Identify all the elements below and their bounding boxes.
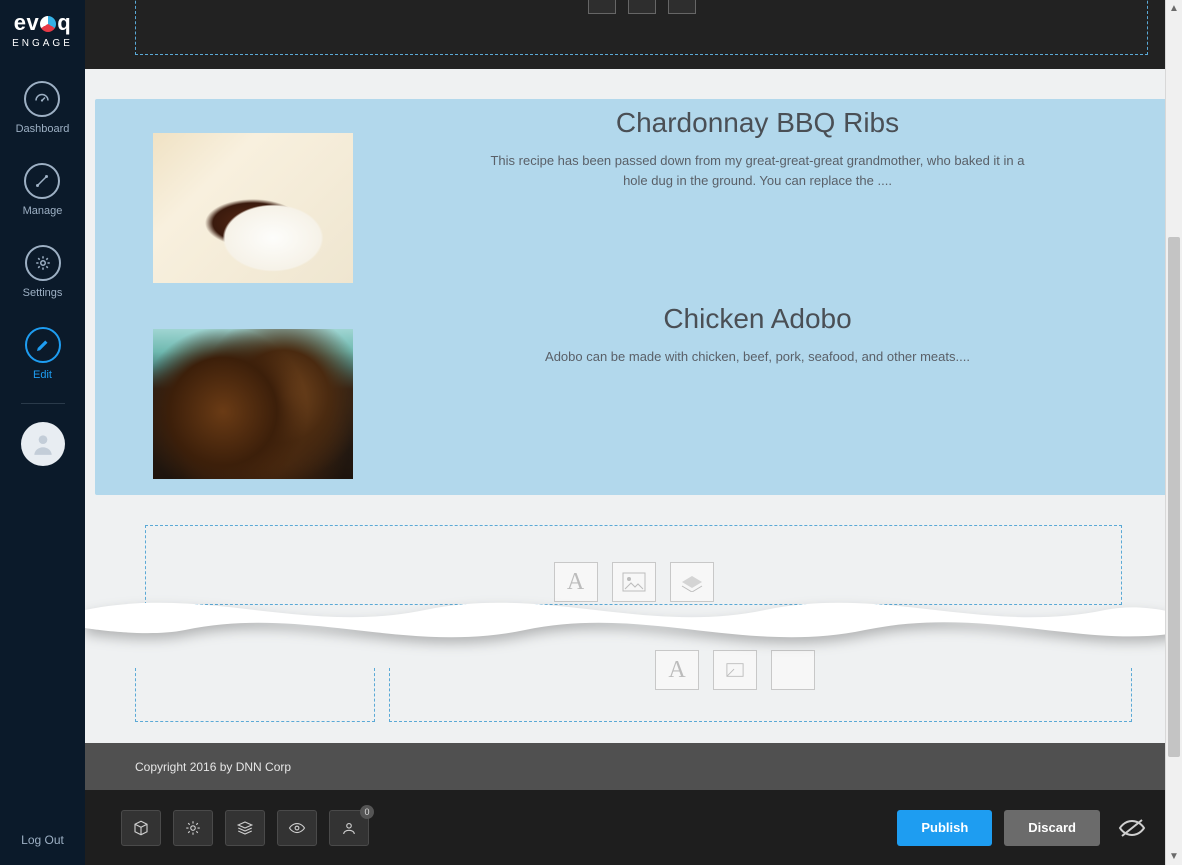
nav-label: Dashboard [16,123,70,135]
nav-label: Settings [23,287,63,299]
sidebar-divider [21,403,65,404]
text-module-icon[interactable]: A [655,650,699,690]
module-icon[interactable] [670,562,714,602]
edit-action-bar: 0 Publish Discard [85,790,1182,865]
users-button[interactable]: 0 [329,810,369,846]
top-dropzone-border [135,0,1148,55]
nav-dashboard[interactable]: Dashboard [16,81,70,135]
nav-label: Edit [33,369,52,381]
gear-icon [25,245,61,281]
copyright-text: Copyright 2016 by DNN Corp [135,760,291,774]
recipe-title: Chardonnay BBQ Ribs [373,107,1142,139]
cube-button[interactable] [121,810,161,846]
recipe-list-module[interactable]: Chardonnay BBQ Ribs This recipe has been… [95,99,1172,495]
recipe-title: Chicken Adobo [373,303,1142,335]
module-icon[interactable] [713,650,757,690]
main-area: Chardonnay BBQ Ribs This recipe has been… [85,0,1182,865]
gauge-icon [24,81,60,117]
visibility-toggle-icon[interactable] [1118,818,1146,838]
bottom-left-dropzone[interactable] [135,668,375,722]
dropzone-placeholder-chip[interactable] [588,0,616,14]
users-badge: 0 [360,805,374,819]
footer-copyright-strip: Copyright 2016 by DNN Corp [85,743,1182,790]
text-module-icon[interactable]: A [554,562,598,602]
nav-label: Manage [23,205,63,217]
scroll-thumb[interactable] [1168,237,1180,757]
brand-subtitle: ENGAGE [12,38,73,49]
brand-logo: ev q ENGAGE [12,10,73,49]
tools-icon [24,163,60,199]
recipe-image [153,329,353,479]
top-dropzone[interactable] [85,0,1182,69]
recipe-item: Chardonnay BBQ Ribs This recipe has been… [95,99,1172,283]
bottom-fragment: A [85,640,1182,743]
logout-link[interactable]: Log Out [21,833,64,847]
lower-dropzone[interactable]: A [145,525,1122,605]
brand-suffix: q [57,10,71,36]
nav-manage[interactable]: Manage [23,163,63,217]
sidebar: ev q ENGAGE Dashboard Manage [0,0,85,865]
recipe-image [153,133,353,283]
scroll-track[interactable] [1166,17,1182,848]
layers-button[interactable] [225,810,265,846]
vertical-scrollbar[interactable]: ▲ ▼ [1165,0,1182,865]
scroll-down-arrow[interactable]: ▼ [1166,848,1182,865]
image-module-icon[interactable] [612,562,656,602]
discard-button[interactable]: Discard [1004,810,1100,846]
recipe-description: This recipe has been passed down from my… [488,151,1028,190]
brand-prefix: ev [14,10,39,36]
nav-settings[interactable]: Settings [23,245,63,299]
nav-edit[interactable]: Edit [25,327,61,381]
pencil-icon [25,327,61,363]
dropzone-placeholder-chip[interactable] [628,0,656,14]
recipe-description: Adobo can be made with chicken, beef, po… [488,347,1028,367]
settings-button[interactable] [173,810,213,846]
user-avatar[interactable] [21,422,65,466]
scroll-up-arrow[interactable]: ▲ [1166,0,1182,17]
brand-o-icon [40,16,56,32]
module-icon[interactable] [771,650,815,690]
preview-button[interactable] [277,810,317,846]
publish-button[interactable]: Publish [897,810,992,846]
dropzone-placeholder-chip[interactable] [668,0,696,14]
recipe-item: Chicken Adobo Adobo can be made with chi… [95,295,1172,479]
